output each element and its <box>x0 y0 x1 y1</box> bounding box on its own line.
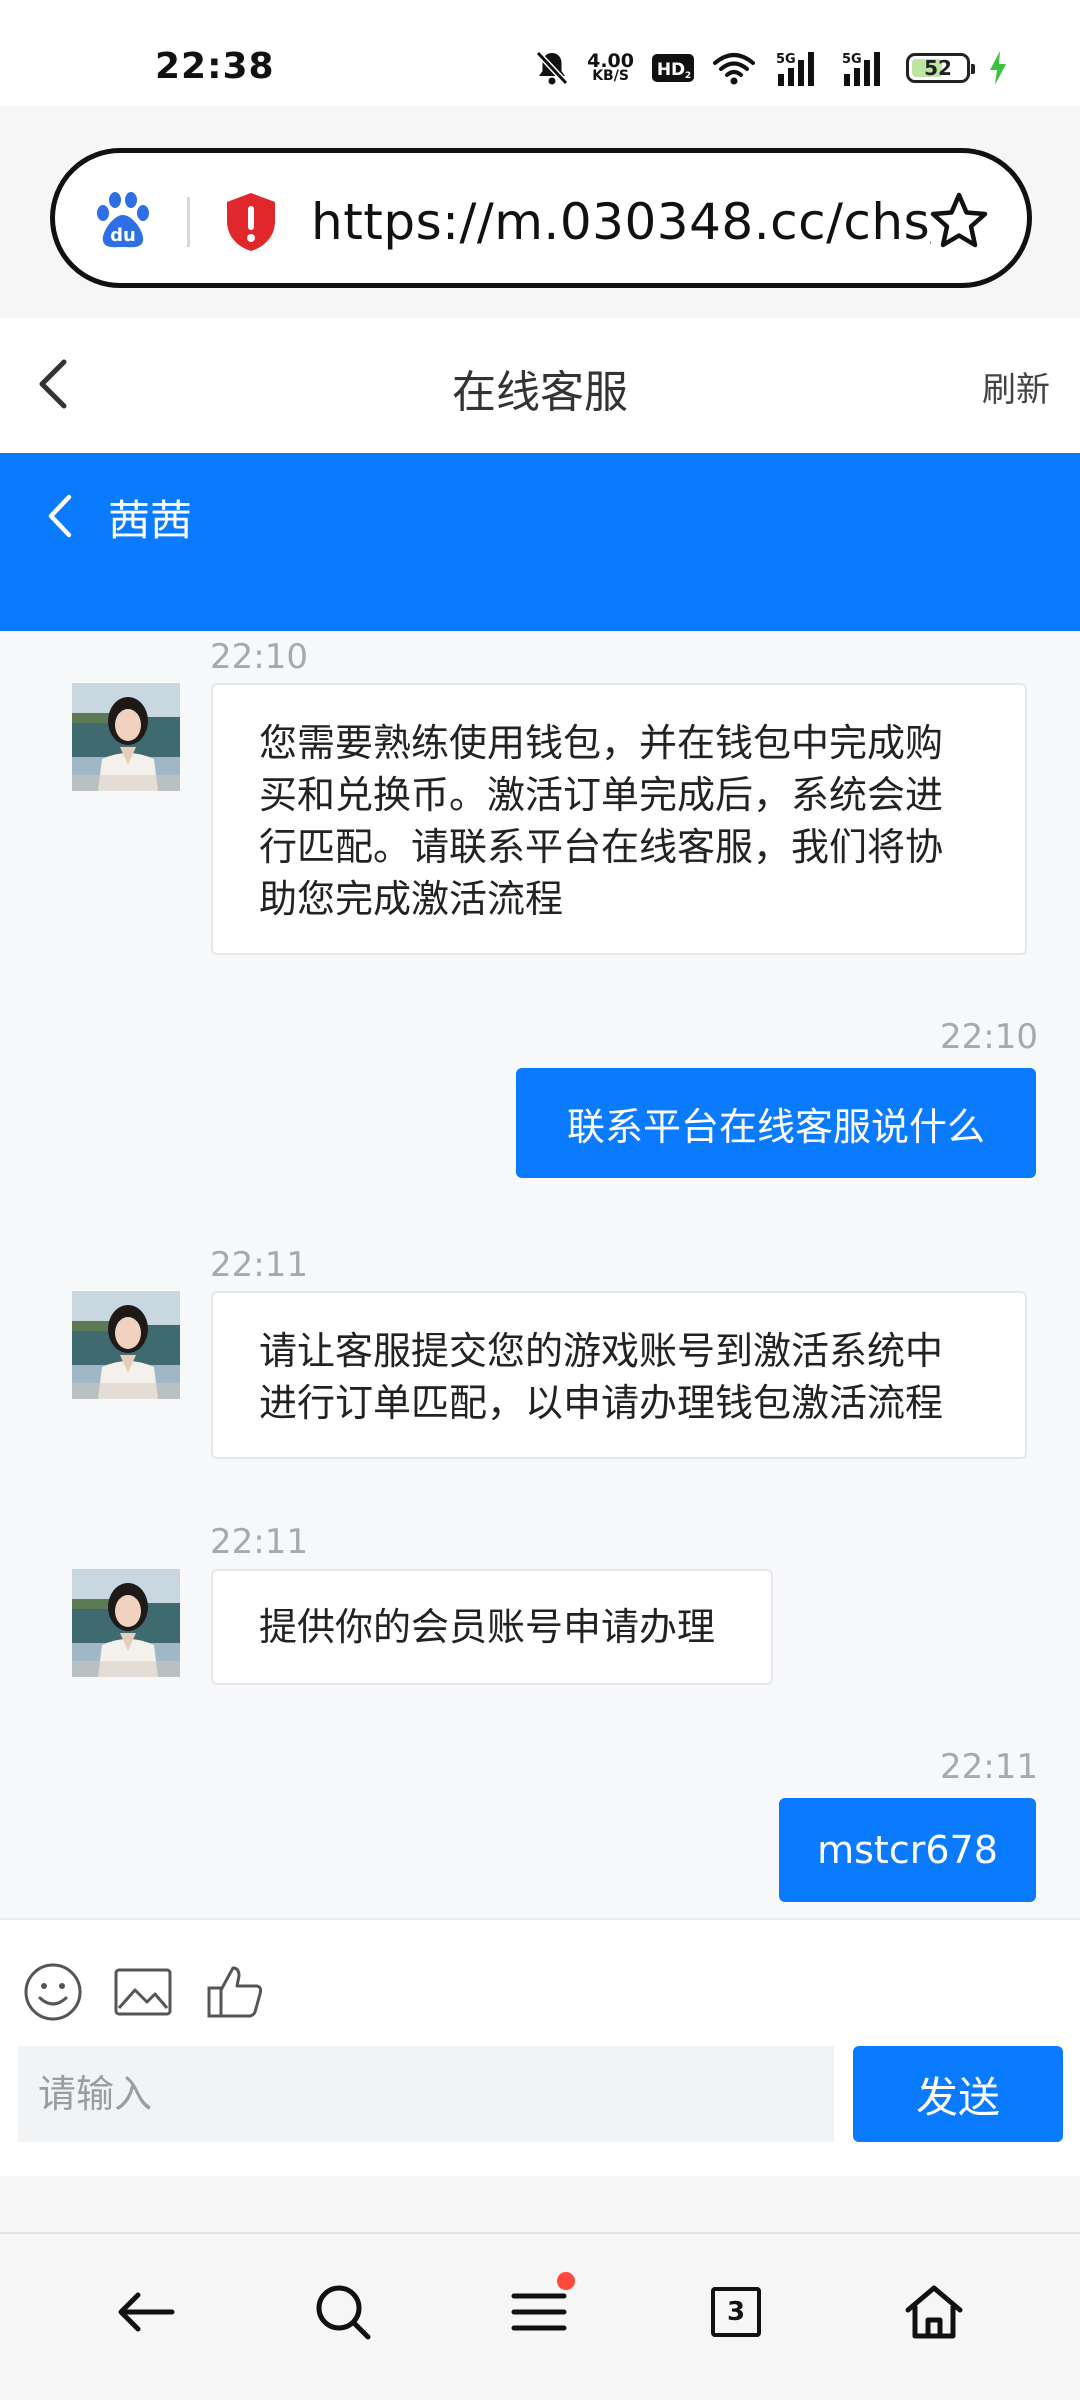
status-bar: 22:38 4.00 KB/S HD 2 5G 5G 52 <box>0 0 1080 106</box>
page-header: 在线客服 刷新 <box>0 318 1080 453</box>
signal-icon: 5G <box>776 52 814 86</box>
user-message-bubble: mstcr678 <box>779 1798 1036 1902</box>
agent-avatar-image <box>72 683 180 791</box>
nav-menu-button[interactable] <box>503 2272 575 2348</box>
notification-dot <box>557 2272 575 2290</box>
star-icon[interactable] <box>927 189 991 253</box>
message-time: 22:11 <box>210 1245 308 1285</box>
battery-icon: 52 <box>906 53 975 83</box>
chat-header: 茜茜 <box>0 453 1080 631</box>
hd-icon: HD 2 <box>652 54 694 82</box>
refresh-button[interactable]: 刷新 <box>982 362 1050 411</box>
baidu-logo-icon[interactable]: du <box>91 189 155 253</box>
nav-home-button[interactable] <box>898 2276 970 2348</box>
send-button[interactable]: 发送 <box>853 2046 1063 2142</box>
agent-message-bubble: 您需要熟练使用钱包，并在钱包中完成购买和兑换币。激活订单完成后，系统会进行匹配。… <box>211 683 1027 955</box>
battery-percent: 52 <box>924 56 952 80</box>
message-time: 22:10 <box>940 1017 1038 1057</box>
url-field[interactable]: du https://m.030348.cc/chs/... <box>50 148 1032 288</box>
avatar <box>72 683 180 791</box>
back-arrow-icon <box>118 2292 175 2332</box>
page-footer-gap <box>0 2176 1080 2232</box>
agent-message-bubble: 请让客服提交您的游戏账号到激活系统中进行订单匹配，以申请办理钱包激活流程 <box>211 1291 1027 1459</box>
avatar <box>72 1291 180 1399</box>
wifi-icon <box>713 53 755 85</box>
nav-search-button[interactable] <box>307 2276 379 2348</box>
svg-text:2: 2 <box>685 71 691 81</box>
image-icon[interactable] <box>113 1962 173 2022</box>
browser-bottom-nav: 3 <box>0 2232 1080 2400</box>
tabs-icon: 3 <box>711 2287 761 2337</box>
message-time: 22:11 <box>210 1522 308 1562</box>
page-title: 在线客服 <box>452 367 628 418</box>
nav-back-button[interactable] <box>110 2276 182 2348</box>
status-time: 22:38 <box>155 46 275 87</box>
avatar <box>72 1569 180 1677</box>
agent-message-bubble: 提供你的会员账号申请办理 <box>211 1569 773 1685</box>
charging-icon <box>990 51 1006 85</box>
message-time: 22:10 <box>210 637 308 677</box>
search-icon <box>316 2285 371 2340</box>
hd-label: HD <box>657 60 685 80</box>
chevron-left-icon[interactable] <box>46 493 74 539</box>
agent-avatar-image <box>72 1569 180 1677</box>
menu-icon <box>511 2293 567 2331</box>
tab-count: 3 <box>726 2297 746 2327</box>
thumbs-up-icon[interactable] <box>205 1962 265 2022</box>
chat-messages[interactable]: 22:10 您需要熟练使用钱包，并在钱包中完成购买和兑换币。激活订单完成后，系统… <box>0 631 1080 1918</box>
user-message-bubble: 联系平台在线客服说什么 <box>516 1068 1036 1178</box>
emoji-icon[interactable] <box>23 1962 83 2022</box>
signal-1-label: 5G <box>776 52 796 67</box>
url-divider <box>187 197 190 247</box>
mute-bell-icon <box>535 50 569 86</box>
security-warning-icon[interactable] <box>223 191 279 253</box>
home-icon <box>905 2285 963 2339</box>
signal-2-label: 5G <box>842 52 862 67</box>
signal-icon: 5G <box>842 52 880 86</box>
nav-tabs-button[interactable]: 3 <box>700 2276 772 2348</box>
agent-name: 茜茜 <box>108 496 193 545</box>
message-time: 22:11 <box>940 1747 1038 1787</box>
message-composer: 发送 <box>0 1918 1080 2176</box>
network-speed: 4.00 KB/S <box>587 52 634 85</box>
message-input[interactable] <box>18 2046 834 2142</box>
agent-avatar-image <box>72 1291 180 1399</box>
svg-text:du: du <box>110 225 136 246</box>
status-icons: 4.00 KB/S HD 2 5G 5G 52 <box>535 48 1008 88</box>
network-speed-unit: KB/S <box>592 68 629 85</box>
browser-address-bar: du https://m.030348.cc/chs/... <box>0 106 1080 318</box>
url-text[interactable]: https://m.030348.cc/chs/... <box>311 193 931 251</box>
